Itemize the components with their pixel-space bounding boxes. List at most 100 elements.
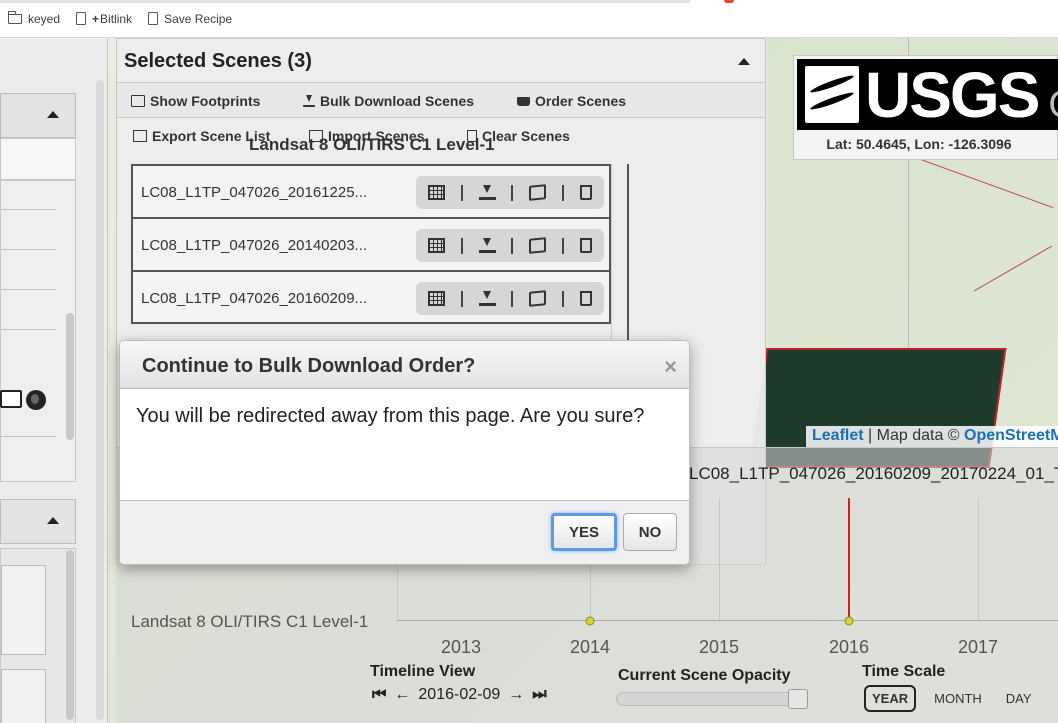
dialog-message: You will be redirected away from this pa… <box>136 405 645 427</box>
scene-id: LC08_L1TP_047026_20140203... <box>141 237 368 254</box>
timeline-year: 2017 <box>957 637 999 657</box>
scene-list: LC08_L1TP_047026_20161225... LC08_L1TP_0… <box>131 164 611 324</box>
dialog-footer: YES NO <box>120 500 689 564</box>
first-icon[interactable]: ⏮ <box>372 686 386 704</box>
timeline-axis <box>397 620 1058 621</box>
separator <box>511 290 514 307</box>
list-divider <box>1 329 56 330</box>
usgs-logo-text: USGSG <box>865 59 1058 131</box>
bookmark-keyed[interactable]: keyed <box>0 7 68 31</box>
left-scrollbar[interactable] <box>66 313 74 440</box>
metadata-table-icon[interactable] <box>427 185 445 200</box>
trash-icon[interactable] <box>579 238 592 253</box>
separator <box>460 237 463 254</box>
separator <box>562 184 565 201</box>
metadata-table-icon[interactable] <box>427 291 445 306</box>
order-scenes-button[interactable]: Order Scenes <box>517 93 626 109</box>
download-icon[interactable] <box>478 291 496 306</box>
prev-icon[interactable]: ← <box>394 686 410 704</box>
collection-title: Landsat 8 OLI/TIRS C1 Level-1 <box>249 135 495 154</box>
download-icon <box>303 95 315 107</box>
footprint-map-icon[interactable] <box>529 184 547 201</box>
last-icon[interactable]: ⏭ <box>532 686 546 704</box>
timeline-scene-dot[interactable] <box>844 616 854 626</box>
page-icon <box>76 12 87 25</box>
opacity-slider-handle[interactable] <box>787 689 808 709</box>
page-load-strip <box>0 0 690 3</box>
image-icon[interactable] <box>0 390 22 408</box>
folder-icon <box>7 10 22 24</box>
scene-actions <box>416 282 604 315</box>
usgs-wave-icon <box>805 66 859 123</box>
scene-list-scrollbar[interactable] <box>611 164 629 344</box>
timeline-current-marker[interactable] <box>848 498 850 621</box>
left-panel-section <box>0 548 76 723</box>
timeline-row-label: Landsat 8 OLI/TIRS C1 Level-1 <box>131 612 369 631</box>
separator <box>511 184 514 201</box>
dialog-title: Continue to Bulk Download Order? <box>142 355 476 377</box>
timeline-scene-label: LC08_L1TP_047026_20160209_20170224_01_T1 <box>689 464 1058 483</box>
collapse-icon[interactable] <box>47 517 59 524</box>
left-panel-icons <box>0 390 46 410</box>
separator <box>511 237 514 254</box>
close-icon[interactable]: × <box>664 354 677 380</box>
show-footprints-button[interactable]: Show Footprints <box>131 93 260 109</box>
bookmark-label: Save Recipe <box>164 11 233 26</box>
download-icon[interactable] <box>478 185 496 200</box>
download-icon[interactable] <box>478 238 496 253</box>
next-icon[interactable]: → <box>508 686 524 704</box>
left-panel <box>0 38 108 723</box>
button-label: Clear Scenes <box>482 128 570 144</box>
scene-row[interactable]: LC08_L1TP_047026_20160209... <box>133 272 609 325</box>
list-divider <box>1 289 56 290</box>
timeline-scene-dot[interactable] <box>585 616 595 626</box>
scene-actions <box>416 229 604 262</box>
globe-icon[interactable] <box>26 390 46 410</box>
list-divider <box>1 249 56 250</box>
timeline-gridline <box>719 498 720 621</box>
osm-link[interactable]: OpenStreetMap <box>964 427 1058 444</box>
yes-button[interactable]: YES <box>551 513 617 551</box>
usgs-header: USGSG Lat: 50.4645, Lon: -126.3096 <box>793 55 1058 160</box>
footprint-map-icon[interactable] <box>529 237 547 254</box>
metadata-table-icon[interactable] <box>427 238 445 253</box>
footprint-map-icon[interactable] <box>529 290 547 307</box>
no-button[interactable]: NO <box>623 513 677 551</box>
bookmark-save-recipe[interactable]: Save Recipe <box>140 7 240 31</box>
list-divider <box>1 436 56 437</box>
timeline-nav: ⏮ ← 2016-02-09 → ⏭ <box>372 686 547 704</box>
timeline-date: 2016-02-09 <box>418 686 501 703</box>
leaflet-link[interactable]: Leaflet <box>812 427 864 444</box>
scale-year-button[interactable]: YEAR <box>864 685 917 712</box>
left-panel-header[interactable] <box>0 93 76 138</box>
trash-icon[interactable] <box>579 185 592 200</box>
scene-actions <box>416 176 604 209</box>
section-box <box>1 565 46 655</box>
opacity-label: Current Scene Opacity <box>618 667 791 684</box>
separator <box>460 184 463 201</box>
scene-row[interactable]: LC08_L1TP_047026_20140203... <box>133 219 609 272</box>
trash-icon[interactable] <box>579 291 592 306</box>
cursor-coordinates: Lat: 50.4645, Lon: -126.3096 <box>826 136 1012 152</box>
bulk-download-button[interactable]: Bulk Download Scenes <box>303 93 474 109</box>
list-divider <box>1 209 56 210</box>
button-label: Order Scenes <box>535 93 627 109</box>
left-scrollbar[interactable] <box>66 550 74 720</box>
scene-row[interactable]: LC08_L1TP_047026_20161225... <box>133 166 609 219</box>
bookmark-bitlink[interactable]: + Bitlink <box>68 7 140 31</box>
left-scrollbar-track[interactable] <box>96 80 104 720</box>
button-label: Bulk Download Scenes <box>320 93 475 109</box>
cart-icon <box>517 96 530 106</box>
scenes-toolbar: Show Footprints Bulk Download Scenes Ord… <box>117 82 765 118</box>
collapse-icon[interactable] <box>738 58 750 65</box>
left-panel-header[interactable] <box>0 499 76 544</box>
collapse-icon[interactable] <box>47 111 59 118</box>
timeline-year: 2014 <box>569 637 611 657</box>
scene-id: LC08_L1TP_047026_20161225... <box>141 184 368 201</box>
scale-day-button[interactable]: DAY <box>1000 687 1038 710</box>
usgs-logo[interactable]: USGSG <box>797 59 1058 130</box>
time-scale-label: Time Scale <box>862 663 946 680</box>
opacity-slider[interactable] <box>616 689 808 709</box>
attribution-text: | Map data © <box>863 427 965 444</box>
scale-month-button[interactable]: MONTH <box>928 687 988 710</box>
